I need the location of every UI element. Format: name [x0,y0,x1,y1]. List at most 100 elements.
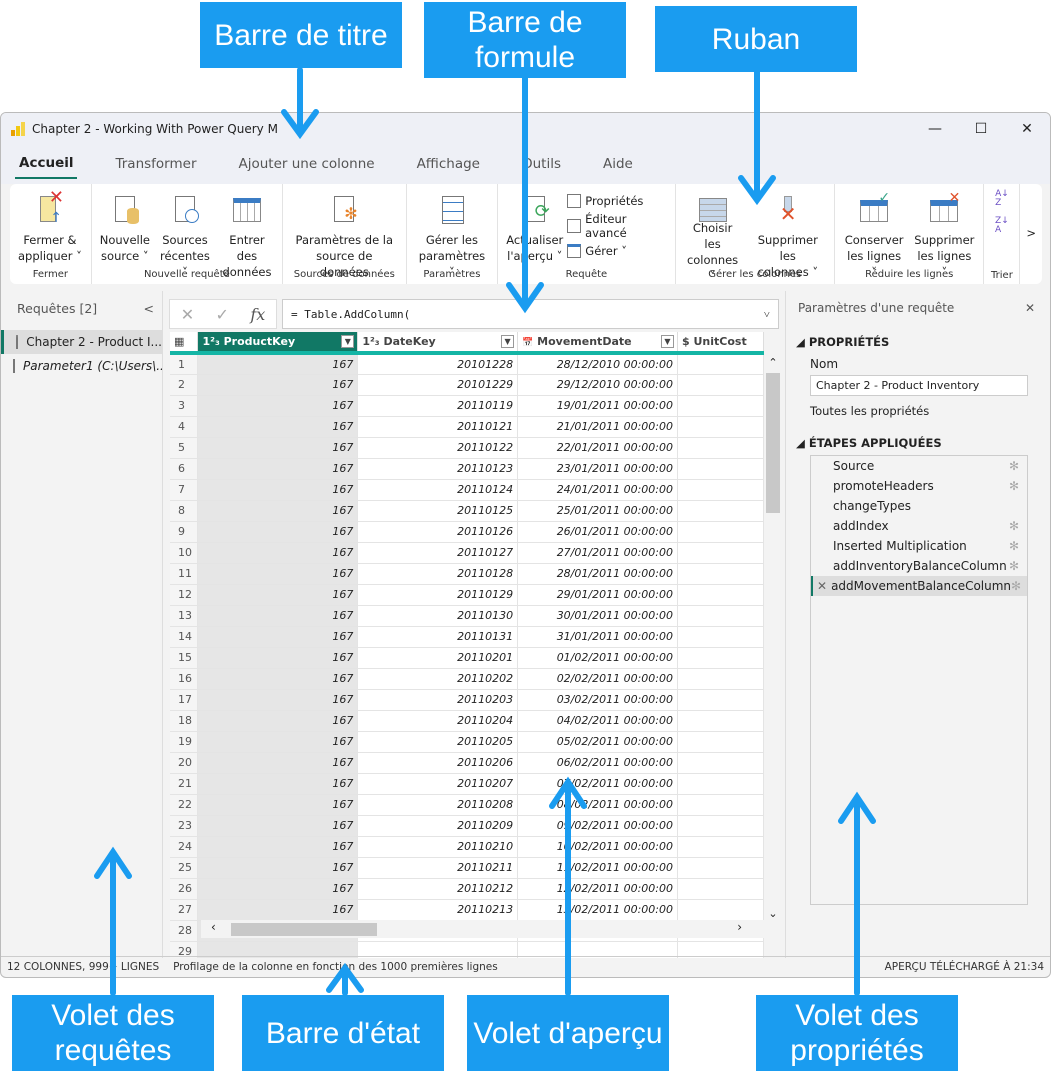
cell-datekey[interactable]: 20110123 [357,458,519,480]
cell-movementdate[interactable]: 25/01/2011 00:00:00 [517,500,678,522]
row-number[interactable]: 8 [170,500,199,522]
cell-productkey[interactable]: 167 [197,668,359,690]
cell-movementdate[interactable]: 03/02/2011 00:00:00 [517,689,678,711]
horizontal-scrollbar[interactable]: ‹ › [201,920,764,938]
cell-productkey[interactable]: 167 [197,374,359,396]
cell-unitcost[interactable] [677,752,764,774]
table-row[interactable]: 14 167 20110131 31/01/2011 00:00:00 [170,626,764,648]
cell-datekey[interactable]: 20110126 [357,521,519,543]
table-row[interactable]: 25 167 20110211 11/02/2011 00:00:00 [170,857,764,879]
table-row[interactable]: 2 167 20101229 29/12/2010 00:00:00 [170,374,764,396]
cell-datekey[interactable]: 20101228 [357,353,519,375]
cancel-formula-icon[interactable]: ✕ [181,305,194,324]
cell-datekey[interactable]: 20110207 [357,773,519,795]
cell-datekey[interactable]: 20110128 [357,563,519,585]
column-header-productkey[interactable]: 1²₃ ProductKey ▼ [197,332,359,355]
cell-productkey[interactable]: 167 [197,899,359,921]
cell-datekey[interactable]: 20110125 [357,500,519,522]
cell-unitcost[interactable] [677,773,764,795]
tab-ajouter-colonne[interactable]: Ajouter une colonne [235,150,379,178]
cell-datekey[interactable]: 20110121 [357,416,519,438]
row-number[interactable]: 22 [170,794,199,816]
table-row[interactable]: 15 167 20110201 01/02/2011 00:00:00 [170,647,764,669]
cell-movementdate[interactable]: 10/02/2011 00:00:00 [517,836,678,858]
gear-icon[interactable]: ✻ [1011,579,1021,593]
cell-unitcost[interactable] [677,479,764,501]
query-item[interactable]: Parameter1 (C:\Users\... [1,354,162,378]
query-item[interactable]: Chapter 2 - Product I... [1,330,162,354]
cell-productkey[interactable]: 167 [197,395,359,417]
minimize-button[interactable]: — [912,113,958,144]
applied-step[interactable]: addInventoryBalanceColumn ✻ [811,556,1027,576]
row-number[interactable]: 24 [170,836,199,858]
row-number[interactable]: 16 [170,668,199,690]
filter-dropdown-icon[interactable]: ▼ [341,335,355,348]
table-row[interactable]: 6 167 20110123 23/01/2011 00:00:00 [170,458,764,480]
cell-movementdate[interactable]: 13/02/2011 00:00:00 [517,899,678,921]
column-header-movementdate[interactable]: 📅 MovementDate ▼ [517,332,678,355]
cell-productkey[interactable]: 167 [197,605,359,627]
cell-unitcost[interactable] [677,395,764,417]
maximize-button[interactable]: ☐ [958,113,1004,144]
cell-movementdate[interactable]: 24/01/2011 00:00:00 [517,479,678,501]
cell-unitcost[interactable] [677,584,764,606]
cell-unitcost[interactable] [677,710,764,732]
cell-productkey[interactable]: 167 [197,710,359,732]
cell-productkey[interactable]: 167 [197,794,359,816]
cell-productkey[interactable]: 167 [197,731,359,753]
row-number[interactable]: 27 [170,899,199,921]
cell-unitcost[interactable] [677,374,764,396]
applied-step[interactable]: ✕ addMovementBalanceColumn ✻ [811,576,1027,596]
query-name-input[interactable]: Chapter 2 - Product Inventory [810,375,1028,396]
row-number[interactable]: 17 [170,689,199,711]
cell-datekey[interactable]: 20110208 [357,794,519,816]
row-number[interactable]: 4 [170,416,199,438]
tab-accueil[interactable]: Accueil [15,149,78,179]
cell-unitcost[interactable] [677,689,764,711]
cell-unitcost[interactable] [677,500,764,522]
cell-movementdate[interactable]: 05/02/2011 00:00:00 [517,731,678,753]
fx-icon[interactable]: fx [250,305,265,324]
expand-formula-icon[interactable]: ˅ [764,308,770,321]
filter-dropdown-icon[interactable]: ▼ [661,335,674,348]
cell-datekey[interactable]: 20110213 [357,899,519,921]
cell-movementdate[interactable]: 07/02/2011 00:00:00 [517,773,678,795]
cell-unitcost[interactable] [677,605,764,627]
table-row[interactable]: 19 167 20110205 05/02/2011 00:00:00 [170,731,764,753]
table-row[interactable]: 3 167 20110119 19/01/2011 00:00:00 [170,395,764,417]
table-row[interactable]: 22 167 20110208 08/02/2011 00:00:00 [170,794,764,816]
row-number[interactable]: 18 [170,710,199,732]
scroll-thumb[interactable] [766,373,780,513]
cell-productkey[interactable]: 167 [197,584,359,606]
cell-productkey[interactable]: 167 [197,437,359,459]
row-number[interactable]: 28 [170,920,199,942]
row-number[interactable]: 6 [170,458,199,480]
cell-datekey[interactable]: 20110202 [357,668,519,690]
cell-datekey[interactable]: 20110127 [357,542,519,564]
all-properties-link[interactable]: Toutes les propriétés [810,404,1050,418]
row-number[interactable]: 26 [170,878,199,900]
cell-productkey[interactable]: 167 [197,857,359,879]
cell-unitcost[interactable] [677,626,764,648]
ribbon-more-button[interactable]: > [1020,184,1042,284]
cell-datekey[interactable]: 20110119 [357,395,519,417]
table-row[interactable]: 12 167 20110129 29/01/2011 00:00:00 [170,584,764,606]
cell-movementdate[interactable]: 02/02/2011 00:00:00 [517,668,678,690]
table-row[interactable]: 17 167 20110203 03/02/2011 00:00:00 [170,689,764,711]
cell-movementdate[interactable]: 11/02/2011 00:00:00 [517,857,678,879]
tab-aide[interactable]: Aide [599,150,637,178]
cell-movementdate[interactable]: 01/02/2011 00:00:00 [517,647,678,669]
row-number[interactable]: 15 [170,647,199,669]
cell-unitcost[interactable] [677,731,764,753]
status-profiling[interactable]: Profilage de la colonne en fonction des … [173,961,498,973]
cell-movementdate[interactable]: 21/01/2011 00:00:00 [517,416,678,438]
row-number[interactable]: 2 [170,374,199,396]
applied-step[interactable]: Inserted Multiplication ✻ [811,536,1027,556]
close-button[interactable]: ✕ [1004,113,1050,144]
gear-icon[interactable]: ✻ [1009,519,1019,533]
cell-datekey[interactable]: 20110205 [357,731,519,753]
cell-productkey[interactable]: 167 [197,563,359,585]
row-number[interactable]: 23 [170,815,199,837]
cell-datekey[interactable]: 20110130 [357,605,519,627]
cell-productkey[interactable]: 167 [197,416,359,438]
